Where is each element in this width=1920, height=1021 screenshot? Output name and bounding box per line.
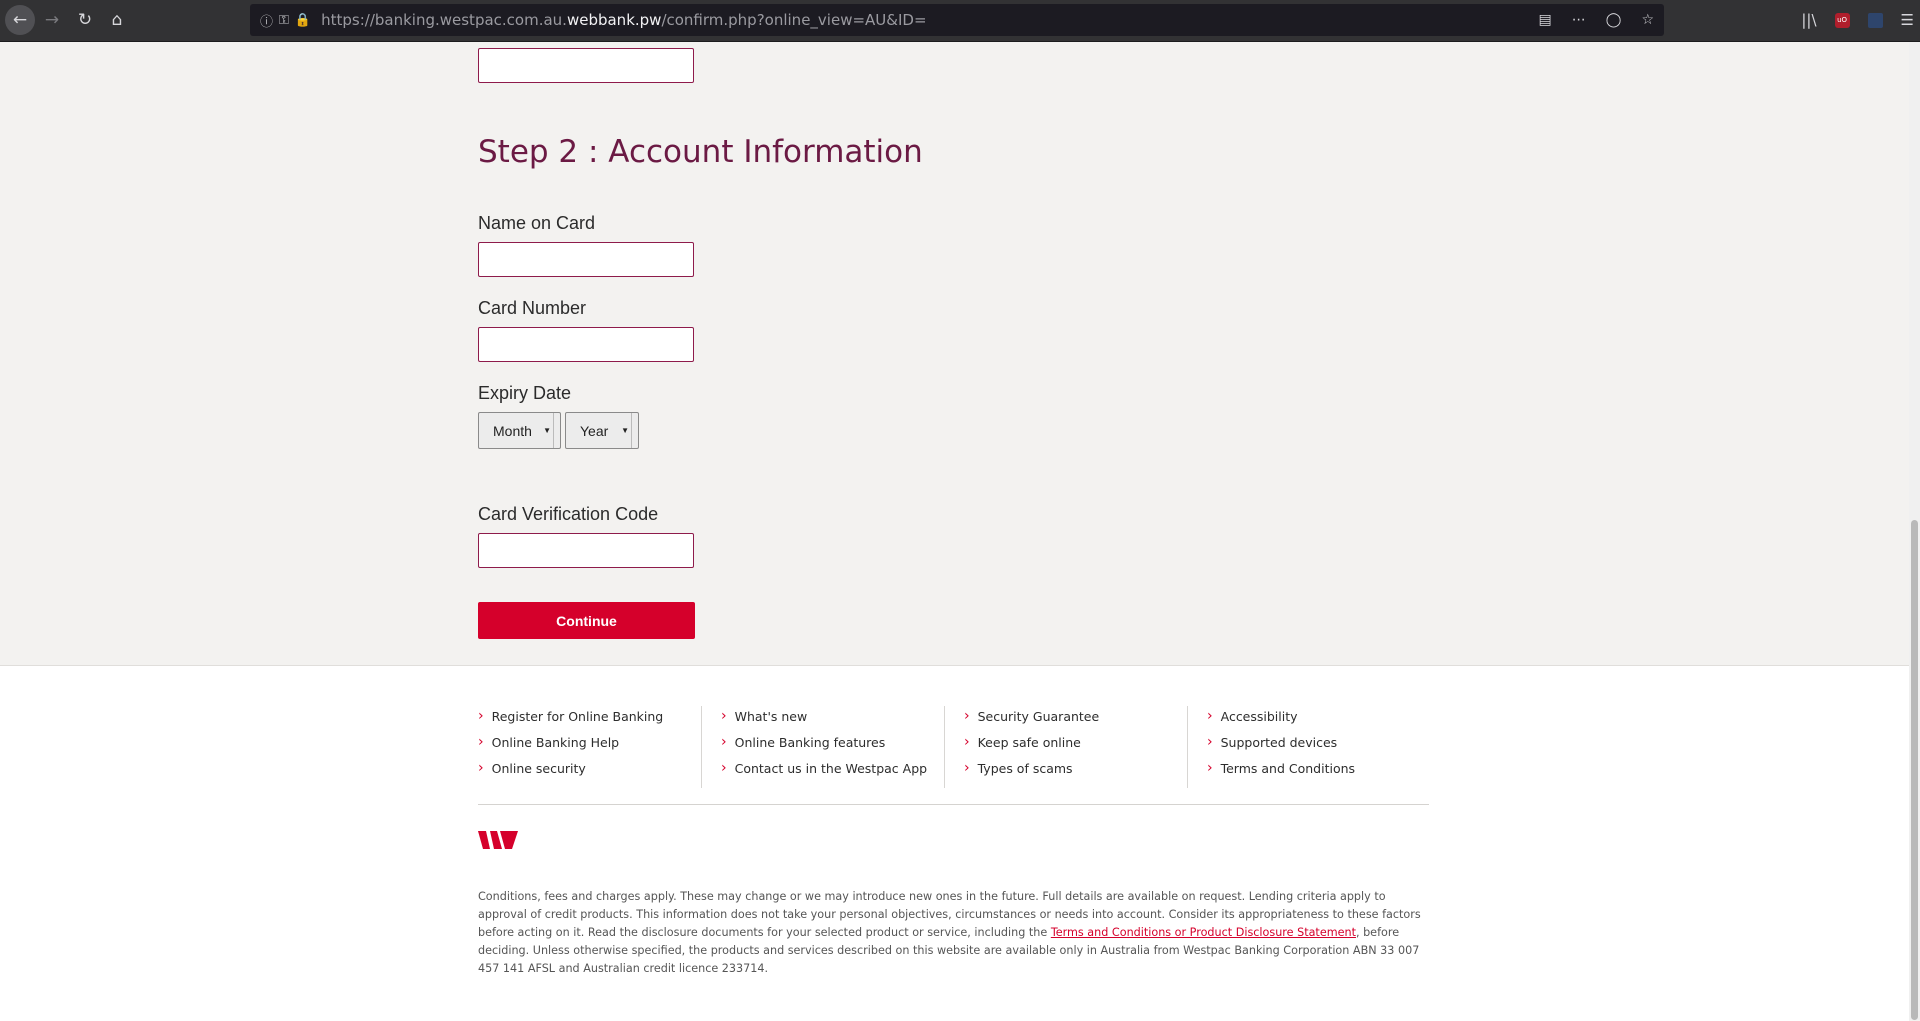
reload-icon[interactable]: ↻: [71, 6, 99, 34]
footer-link-label: Accessibility: [1220, 708, 1298, 724]
footer-link[interactable]: › Online Banking Help: [478, 732, 619, 752]
continue-button[interactable]: Continue: [478, 602, 695, 639]
footer-link-label: Register for Online Banking: [491, 708, 664, 724]
footer-link[interactable]: › What's new: [721, 706, 807, 726]
padlock-icon[interactable]: 🔒: [295, 13, 311, 28]
menu-icon[interactable]: ☰: [1901, 11, 1914, 29]
footer-link-label: Terms and Conditions: [1220, 760, 1356, 776]
library-icon[interactable]: ||\: [1801, 11, 1816, 29]
westpac-w-logo-icon: [478, 831, 518, 849]
cvc-label: Card Verification Code: [478, 504, 659, 524]
page-actions-icon[interactable]: ⋯: [1572, 12, 1586, 28]
browser-toolbar: ← → ↻ ⌂ ⓘ ⚿ 🔒 https://banking.westpac.co…: [0, 0, 1920, 42]
dropdown-arrow-icon: ▼: [619, 413, 632, 448]
westpac-logo[interactable]: [478, 831, 518, 854]
card-number-label: Card Number: [478, 298, 587, 318]
chevron-right-icon: ›: [721, 734, 727, 750]
url-host: webbank.pw: [566, 11, 662, 29]
terms-pds-link[interactable]: Terms and Conditions or Product Disclosu…: [1051, 926, 1356, 939]
footer-link[interactable]: › Register for Online Banking: [478, 706, 663, 726]
name-on-card-input[interactable]: [478, 242, 694, 277]
pocket-icon[interactable]: ◯: [1606, 12, 1622, 28]
reader-view-icon[interactable]: ▤: [1539, 12, 1552, 28]
previous-field-input[interactable]: [478, 48, 694, 83]
footer-column-2: › What's new › Online Banking features › Co…: [721, 706, 964, 786]
extension-icon[interactable]: [1867, 12, 1883, 28]
expiry-date-label: Expiry Date: [478, 383, 572, 403]
forward-arrow-icon[interactable]: →: [38, 6, 66, 34]
footer-column-4: › Accessibility › Supported devices › Terms…: [1207, 706, 1450, 786]
home-icon[interactable]: ⌂: [103, 6, 131, 34]
footer-link[interactable]: › Types of scams: [964, 758, 1073, 778]
month-select-value: Month: [493, 422, 532, 439]
key-icon[interactable]: ⚿: [279, 13, 289, 28]
address-bar[interactable]: ⓘ ⚿ 🔒 https://banking.westpac.com.au.web…: [250, 4, 1664, 36]
footer-link[interactable]: › Online security: [478, 758, 586, 778]
url-suffix: /confirm.php?online_view=AU&ID=: [661, 11, 927, 29]
chevron-right-icon: ›: [1207, 734, 1213, 750]
footer-link[interactable]: › Accessibility: [1207, 706, 1298, 726]
footer: › Register for Online Banking › Online Ban…: [0, 665, 1909, 1021]
chevron-right-icon: ›: [721, 708, 727, 724]
footer-link-label: Security Guarantee: [977, 708, 1100, 724]
column-divider: [701, 706, 702, 788]
column-divider: [1187, 706, 1188, 788]
back-arrow-icon[interactable]: ←: [5, 5, 35, 35]
scrollbar-thumb[interactable]: [1911, 520, 1918, 1020]
footer-links: › Register for Online Banking › Online Ban…: [478, 706, 1428, 790]
footer-link-label: Online Banking Help: [491, 734, 620, 750]
chevron-right-icon: ›: [964, 734, 970, 750]
bookmark-star-icon[interactable]: ☆: [1641, 12, 1654, 28]
footer-divider: [478, 804, 1429, 805]
expiry-year-select[interactable]: Year ▼: [565, 412, 639, 449]
chevron-right-icon: ›: [964, 708, 970, 724]
site-info-icon[interactable]: ⓘ: [260, 11, 273, 30]
chevron-right-icon: ›: [1207, 708, 1213, 724]
column-divider: [944, 706, 945, 788]
chevron-right-icon: ›: [478, 760, 484, 776]
footer-link[interactable]: › Supported devices: [1207, 732, 1337, 752]
chevron-right-icon: ›: [478, 708, 484, 724]
chevron-right-icon: ›: [964, 760, 970, 776]
cvc-input[interactable]: [478, 533, 694, 568]
footer-link-label: What's new: [734, 708, 808, 724]
footer-link-label: Online security: [491, 760, 586, 776]
footer-column-3: › Security Guarantee › Keep safe online › T…: [964, 706, 1207, 786]
footer-link-label: Types of scams: [977, 760, 1073, 776]
footer-link-label: Keep safe online: [977, 734, 1081, 750]
chevron-right-icon: ›: [721, 760, 727, 776]
year-select-value: Year: [580, 422, 609, 439]
footer-link-label: Contact us in the Westpac App: [734, 760, 928, 776]
main-content: Step 2 : Account Information Name on Car…: [0, 42, 1909, 665]
footer-link[interactable]: › Security Guarantee: [964, 706, 1099, 726]
footer-link[interactable]: › Terms and Conditions: [1207, 758, 1355, 778]
name-on-card-label: Name on Card: [478, 213, 596, 233]
footer-link-label: Online Banking features: [734, 734, 886, 750]
expiry-month-select[interactable]: Month ▼: [478, 412, 561, 449]
url-text[interactable]: https://banking.westpac.com.au.webbank.p…: [321, 11, 926, 29]
footer-link[interactable]: › Online Banking features: [721, 732, 885, 752]
chevron-right-icon: ›: [1207, 760, 1213, 776]
legal-disclaimer: Conditions, fees and charges apply. Thes…: [478, 888, 1433, 978]
footer-link-label: Supported devices: [1220, 734, 1338, 750]
chevron-right-icon: ›: [478, 734, 484, 750]
card-number-input[interactable]: [478, 327, 694, 362]
footer-column-1: › Register for Online Banking › Online Ban…: [478, 706, 721, 786]
footer-link[interactable]: › Contact us in the Westpac App: [721, 758, 927, 778]
dropdown-arrow-icon: ▼: [541, 413, 554, 448]
url-prefix: https://banking.westpac.com.au.: [321, 11, 567, 29]
vertical-scrollbar[interactable]: [1909, 42, 1920, 1020]
step-title: Step 2 : Account Information: [478, 134, 923, 170]
ublock-origin-icon[interactable]: uO: [1834, 12, 1850, 28]
footer-link[interactable]: › Keep safe online: [964, 732, 1081, 752]
